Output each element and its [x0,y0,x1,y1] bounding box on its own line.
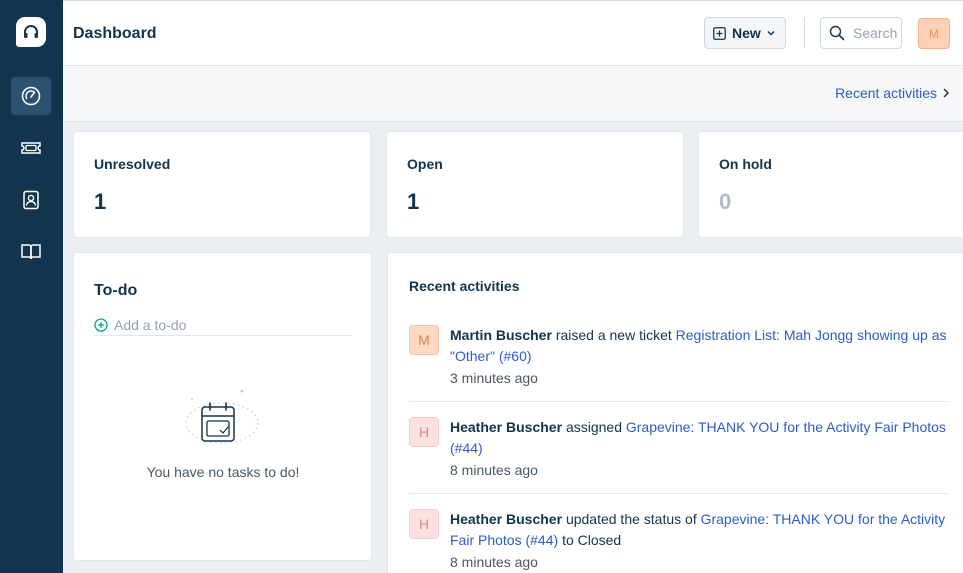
activity-action: assigned [565,419,622,435]
sidebar-item-contacts[interactable] [11,181,51,219]
activity-avatar: H [409,509,439,539]
recent-activities-link[interactable]: Recent activities [835,85,949,101]
activity-actor[interactable]: Heather Buscher [450,419,562,435]
sidebar-item-tickets[interactable] [11,129,51,167]
stat-value: 0 [719,189,732,214]
new-button-label: New [732,25,761,41]
contacts-icon [23,190,39,210]
activity-action: updated the status of [565,511,697,527]
dashboard-gauge-icon [21,86,41,106]
activity-divider [409,401,949,402]
calendar-empty-icon [180,379,270,456]
header-divider [804,18,805,48]
app-logo-headset-icon[interactable] [16,17,46,47]
chevron-down-icon [767,31,775,36]
todo-card: To-do Add a to-do You have no tasks to d… [73,252,372,561]
user-avatar[interactable]: M [918,18,950,49]
top-header: Dashboard New Search M [63,0,963,66]
knowledge-base-book-icon [21,244,41,260]
add-todo-placeholder: Add a to-do [114,317,187,333]
activity-actor[interactable]: Heather Buscher [450,511,562,527]
plus-circle-icon [94,318,108,332]
ticket-icon [21,142,41,154]
search-input[interactable]: Search [820,17,902,49]
activity-avatar: M [409,325,439,355]
search-icon [829,25,845,41]
plus-square-icon [713,26,726,40]
activity-actor[interactable]: Martin Buscher [450,327,552,343]
todo-title: To-do [94,282,138,299]
stat-label: Open [407,156,443,172]
stat-label: On hold [719,156,772,172]
activity-text: Martin Buscher raised a new ticket Regis… [450,325,949,389]
activity-time: 8 minutes ago [450,462,538,478]
add-todo-input[interactable]: Add a to-do [94,315,352,336]
activity-text: Heather Buscher updated the status of Gr… [450,509,949,573]
stat-label: Unresolved [94,156,171,172]
activity-time: 8 minutes ago [450,554,538,570]
stat-value: 1 [407,189,420,214]
search-placeholder: Search [853,25,898,41]
subheader-bar: Recent activities [63,66,963,122]
activity-text: Heather Buscher assigned Grapevine: THAN… [450,417,949,481]
recent-activities-link-label: Recent activities [835,85,937,101]
sidebar [0,0,63,573]
page-title: Dashboard [73,25,157,42]
new-button[interactable]: New [704,17,786,49]
recent-activities-title: Recent activities [409,278,520,294]
sidebar-item-knowledge-base[interactable] [11,233,51,271]
stat-value: 1 [94,189,107,214]
activity-avatar: H [409,417,439,447]
chevron-right-icon [943,88,949,98]
activity-time: 3 minutes ago [450,370,538,386]
stat-card-open[interactable]: Open 1 [386,131,684,238]
recent-activities-card: Recent activities M Martin Buscher raise… [387,252,963,573]
activity-action: raised a new ticket [555,327,672,343]
activity-divider [409,493,949,494]
activity-suffix: to Closed [562,532,622,548]
sidebar-item-dashboard[interactable] [11,77,51,115]
stat-card-on-hold[interactable]: On hold 0 [698,131,963,238]
todo-empty-text: You have no tasks to do! [146,464,300,480]
stat-card-unresolved[interactable]: Unresolved 1 [73,131,371,238]
